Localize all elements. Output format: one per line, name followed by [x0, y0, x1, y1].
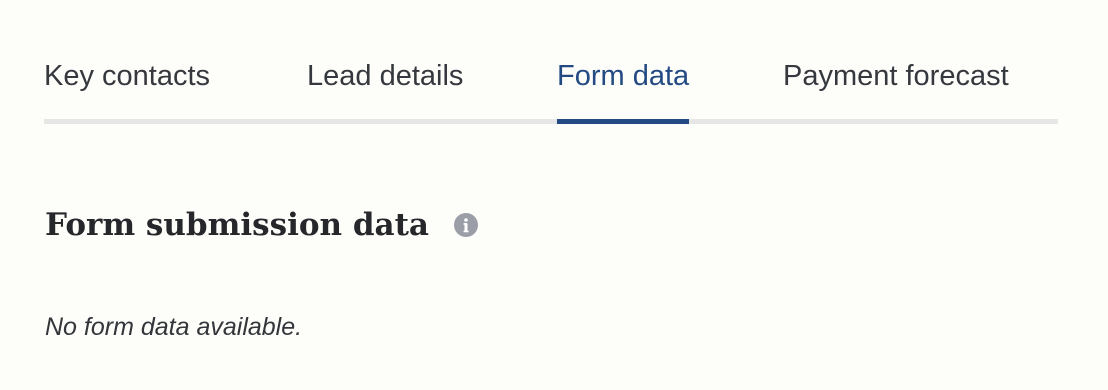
info-icon[interactable]: [453, 212, 479, 238]
form-submission-section-header: Form submission data: [45, 200, 479, 250]
empty-form-data-message: No form data available.: [45, 313, 303, 341]
tab-payment-forecast[interactable]: Payment forecast: [783, 52, 1009, 124]
tab-key-contacts[interactable]: Key contacts: [44, 52, 210, 124]
tab-form-data[interactable]: Form data: [557, 52, 690, 124]
section-title: Form submission data: [45, 207, 430, 243]
tab-lead-details[interactable]: Lead details: [307, 52, 463, 124]
tab-bar: Key contacts Lead details Form data Paym…: [44, 52, 1058, 124]
